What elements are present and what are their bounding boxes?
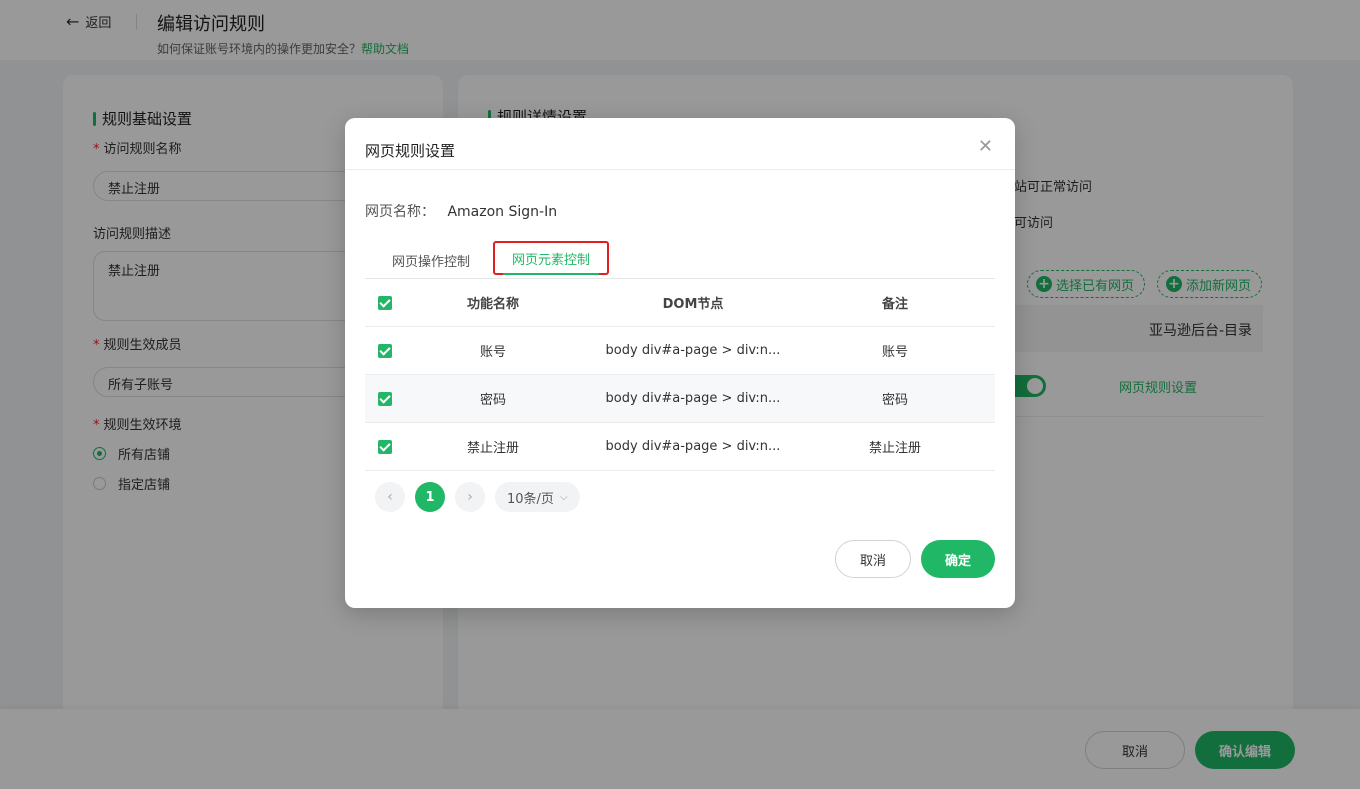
column-header-dom: DOM节点: [662, 297, 724, 312]
page-rule-settings-dialog: 网页规则设置 ✕ 网页名称： Amazon Sign-In 网页操作控制 网页元…: [345, 118, 1015, 608]
cell-note: 密码: [881, 393, 908, 408]
tab-page-operation-control[interactable]: 网页操作控制: [373, 241, 489, 279]
row-checkbox[interactable]: [377, 439, 393, 454]
next-page-button[interactable]: ›: [455, 482, 485, 512]
table-row: 密码 body div#a-page > div:n... 密码: [365, 375, 995, 423]
row-checkbox[interactable]: [377, 343, 393, 358]
cell-dom: body div#a-page > div:n...: [605, 343, 781, 358]
pagination: ‹ 1 › 10条/页 ⌵: [375, 482, 580, 512]
dialog-tabs: 网页操作控制 网页元素控制: [365, 241, 995, 279]
checkbox-checked-icon: [378, 343, 392, 358]
cell-note: 禁止注册: [868, 441, 921, 456]
dialog-header: 网页规则设置 ✕: [345, 118, 1015, 170]
close-icon[interactable]: ✕: [978, 138, 993, 156]
page-name-key: 网页名称：: [365, 204, 435, 220]
page-number-current[interactable]: 1: [415, 482, 445, 512]
cell-name: 密码: [479, 393, 506, 408]
chevron-right-icon: ›: [467, 489, 473, 505]
row-checkbox[interactable]: [377, 391, 393, 406]
cell-dom: body div#a-page > div:n...: [605, 439, 781, 454]
page-name-row: 网页名称： Amazon Sign-In: [365, 201, 557, 221]
page-size-value: 10条/页: [507, 491, 554, 507]
cell-name: 禁止注册: [466, 441, 519, 456]
column-header-note: 备注: [881, 297, 908, 312]
chevron-down-icon: ⌵: [559, 491, 568, 503]
cell-dom: body div#a-page > div:n...: [605, 391, 781, 406]
column-header-name: 功能名称: [466, 297, 519, 312]
checkbox-checked-icon: [378, 439, 392, 454]
tab-page-element-control[interactable]: 网页元素控制: [493, 241, 609, 275]
table-row: 账号 body div#a-page > div:n... 账号: [365, 327, 995, 375]
chevron-left-icon: ‹: [387, 489, 393, 505]
checkbox-checked-icon: [378, 295, 392, 310]
page-size-select[interactable]: 10条/页 ⌵: [495, 482, 580, 512]
dialog-title: 网页规则设置: [365, 142, 456, 160]
table-header-row: 功能名称 DOM节点 备注: [365, 279, 995, 327]
page-name-value: Amazon Sign-In: [447, 204, 558, 220]
prev-page-button[interactable]: ‹: [375, 482, 405, 512]
cell-name: 账号: [479, 345, 506, 360]
table-row: 禁止注册 body div#a-page > div:n... 禁止注册: [365, 423, 995, 471]
select-all-checkbox[interactable]: [377, 295, 393, 310]
dialog-ok-button[interactable]: 确定: [921, 540, 995, 578]
element-table: 功能名称 DOM节点 备注 账号 body div#a-page > div:n…: [365, 279, 995, 471]
checkbox-checked-icon: [378, 391, 392, 406]
cell-note: 账号: [881, 345, 908, 360]
dialog-cancel-button[interactable]: 取消: [835, 540, 911, 578]
